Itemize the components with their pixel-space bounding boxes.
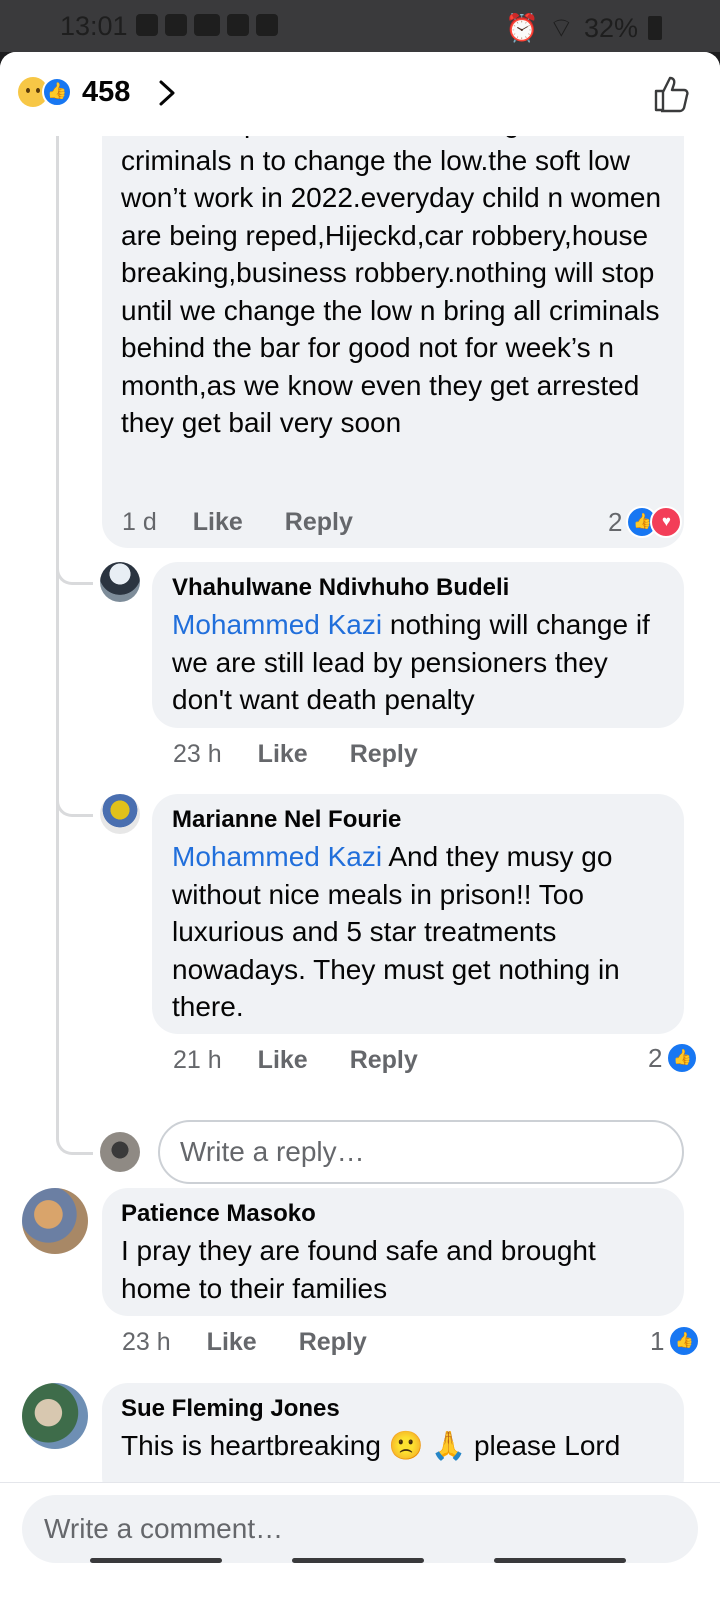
status-time: 13:01 bbox=[60, 11, 128, 41]
commenter-name[interactable]: Patience Masoko bbox=[121, 1198, 316, 1230]
chevron-right-icon[interactable] bbox=[152, 78, 182, 108]
nav-back[interactable] bbox=[494, 1558, 626, 1563]
like-button[interactable]: Like bbox=[207, 1328, 257, 1357]
like-reaction-icon: 👍 bbox=[42, 77, 72, 107]
nav-recents[interactable] bbox=[90, 1558, 222, 1563]
reactions-header: 👍 458 bbox=[0, 52, 720, 136]
wifi-icon: ⌔ bbox=[548, 13, 574, 43]
app-icon bbox=[194, 14, 220, 36]
reply-button[interactable]: Reply bbox=[350, 740, 418, 769]
download-icon bbox=[256, 14, 278, 36]
commenter-name[interactable]: Sue Fleming Jones bbox=[121, 1393, 340, 1425]
avatar[interactable] bbox=[100, 562, 140, 602]
reaction-count[interactable]: 458 bbox=[82, 76, 130, 109]
reply-text: Mohammed Kazi nothing will change if we … bbox=[172, 606, 672, 719]
like-button[interactable]: Like bbox=[193, 508, 243, 537]
comment-text: I pray they are found safe and brought h… bbox=[121, 1235, 596, 1304]
comments-sheet: to come up for national strike against C… bbox=[0, 52, 720, 1600]
comment-actions: 23 h Like Reply bbox=[122, 1328, 409, 1357]
message-icon bbox=[136, 14, 158, 36]
reply-bubble[interactable]: Marianne Nel Fourie Mohammed Kazi And th… bbox=[152, 794, 684, 1034]
like-button[interactable]: Like bbox=[258, 1046, 308, 1075]
like-reaction-icon: 👍 bbox=[666, 1042, 699, 1074]
thread-connector bbox=[56, 522, 93, 585]
reaction-count: 2 bbox=[648, 1042, 663, 1073]
reply-input[interactable]: Write a reply… bbox=[158, 1120, 684, 1184]
alarm-icon: ⏰ bbox=[504, 13, 539, 43]
reply-actions: 23 h Like Reply bbox=[173, 740, 460, 769]
comment-text: to come up for national strike against C… bbox=[121, 107, 669, 438]
mention-link[interactable]: Mohammed Kazi bbox=[172, 841, 382, 872]
reply-button[interactable]: Reply bbox=[299, 1328, 367, 1357]
comments-list[interactable]: to come up for national strike against C… bbox=[0, 52, 720, 1482]
system-icons: ⏰ ⌔ 32% bbox=[505, 11, 662, 45]
reply-time[interactable]: 23 h bbox=[173, 740, 222, 769]
comment-bubble[interactable]: to come up for national strike against C… bbox=[102, 92, 684, 548]
comment-reactions[interactable]: 1 👍 bbox=[650, 1325, 701, 1357]
comment-input[interactable]: Write a comment… bbox=[22, 1495, 698, 1563]
reply-actions: 21 h Like Reply bbox=[173, 1046, 460, 1075]
reply-time[interactable]: 21 h bbox=[173, 1046, 222, 1075]
thumbs-up-icon[interactable] bbox=[652, 74, 692, 114]
commenter-name[interactable]: Vhahulwane Ndivhuho Budeli bbox=[172, 572, 509, 604]
comment-text: This is heartbreaking 🙁 🙏 please Lord bbox=[121, 1430, 621, 1461]
reply-text: Mohammed Kazi And they musy go without n… bbox=[172, 838, 672, 1026]
avatar[interactable] bbox=[100, 794, 140, 834]
avatar[interactable] bbox=[22, 1383, 88, 1449]
like-button[interactable]: Like bbox=[258, 740, 308, 769]
nav-home[interactable] bbox=[292, 1558, 424, 1563]
comment-actions: 1 d Like Reply bbox=[122, 508, 395, 537]
like-reaction-icon: 👍 bbox=[668, 1325, 701, 1357]
reaction-count: 1 bbox=[650, 1325, 665, 1356]
comment-bubble[interactable]: Patience Masoko I pray they are found sa… bbox=[102, 1188, 684, 1316]
comment-composer: Write a comment… bbox=[0, 1482, 720, 1600]
thread-connector bbox=[56, 1082, 93, 1155]
battery-icon bbox=[648, 16, 662, 40]
thread-line bbox=[56, 136, 59, 1136]
avatar[interactable] bbox=[22, 1188, 88, 1254]
comment-time[interactable]: 1 d bbox=[122, 508, 157, 537]
sync-icon bbox=[227, 14, 249, 36]
love-reaction-icon: ♥ bbox=[650, 506, 683, 538]
reply-button[interactable]: Reply bbox=[285, 508, 353, 537]
commenter-name[interactable]: Marianne Nel Fourie bbox=[172, 804, 401, 836]
comment-time[interactable]: 23 h bbox=[122, 1328, 171, 1357]
reaction-summary[interactable]: 👍 bbox=[18, 77, 76, 109]
notification-icons bbox=[136, 14, 278, 36]
comment-bubble[interactable]: Sue Fleming Jones This is heartbreaking … bbox=[102, 1383, 684, 1482]
status-bar: 13:01 ⏰ ⌔ 32% bbox=[0, 0, 720, 52]
reaction-count: 2 bbox=[608, 506, 623, 537]
reply-bubble[interactable]: Vhahulwane Ndivhuho Budeli Mohammed Kazi… bbox=[152, 562, 684, 728]
ai-icon bbox=[165, 14, 187, 36]
battery-percent: 32% bbox=[583, 12, 638, 43]
my-avatar bbox=[100, 1132, 140, 1172]
reply-button[interactable]: Reply bbox=[350, 1046, 418, 1075]
thread-connector bbox=[56, 752, 93, 817]
mention-link[interactable]: Mohammed Kazi bbox=[172, 609, 382, 640]
comment-reactions[interactable]: 2 👍 ♥ bbox=[608, 506, 683, 538]
reply-reactions[interactable]: 2 👍 bbox=[648, 1042, 699, 1074]
